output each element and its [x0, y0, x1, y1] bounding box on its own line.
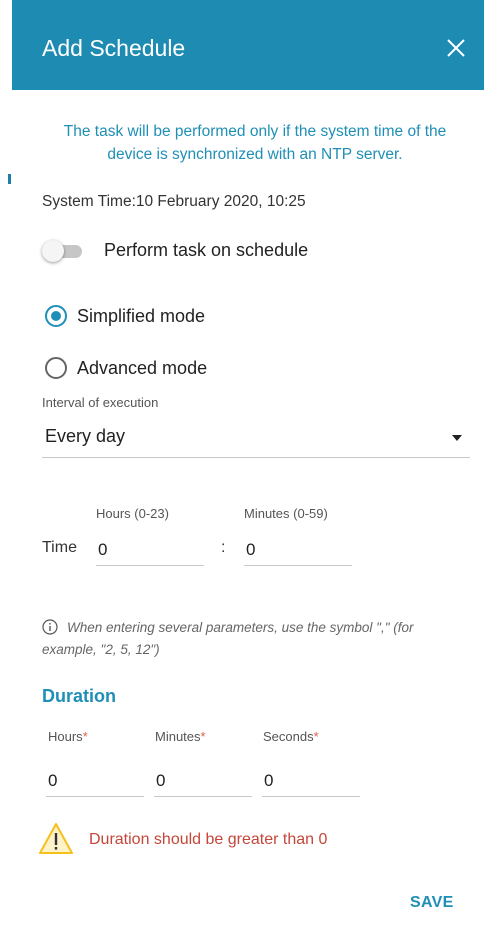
duration-minutes-input[interactable]: 0: [154, 766, 252, 797]
duration-hours-value: 0: [48, 771, 58, 790]
ntp-notice: The task will be performed only if the s…: [63, 123, 447, 163]
system-time: System Time:10 February 2020, 10:25: [42, 193, 306, 210]
duration-warning: Duration should be greater than 0: [89, 831, 328, 848]
duration-hours-caption-text: Hours: [48, 729, 83, 744]
duration-seconds-value: 0: [264, 771, 274, 790]
duration-minutes-value: 0: [156, 771, 166, 790]
duration-seconds-input[interactable]: 0: [262, 766, 360, 797]
background-page-marker: [8, 174, 11, 184]
duration-title: Duration: [42, 686, 116, 706]
time-label: Time: [42, 539, 77, 556]
required-mark: *: [200, 729, 206, 744]
hint-text: When entering several parameters, use th…: [42, 620, 414, 657]
interval-caption: Interval of execution: [42, 395, 159, 410]
radio-selected-dot: [51, 311, 61, 321]
simplified-mode-radio[interactable]: [45, 305, 67, 327]
simplified-mode-label[interactable]: Simplified mode: [77, 306, 205, 327]
add-schedule-dialog: Add Schedule The task will be performed …: [12, 0, 484, 931]
dialog-title: Add Schedule: [42, 35, 186, 61]
duration-hours-input[interactable]: 0: [46, 766, 144, 797]
duration-seconds-caption: Seconds*: [263, 729, 319, 744]
time-hours-caption: Hours (0-23): [96, 506, 169, 521]
advanced-mode-label[interactable]: Advanced mode: [77, 358, 207, 379]
toggle-knob: [42, 240, 64, 262]
time-minutes-input[interactable]: 0: [244, 535, 352, 566]
caret-down-icon: [452, 435, 462, 441]
duration-hours-caption: Hours*: [48, 729, 88, 744]
close-icon[interactable]: [444, 36, 468, 60]
schedule-toggle-label[interactable]: Perform task on schedule: [104, 240, 308, 261]
required-mark: *: [313, 729, 319, 744]
duration-seconds-caption-text: Seconds: [263, 729, 314, 744]
interval-select[interactable]: Every day: [42, 420, 470, 458]
time-minutes-value: 0: [246, 540, 256, 559]
warning-icon: [39, 823, 73, 854]
duration-minutes-caption-text: Minutes: [155, 729, 201, 744]
advanced-mode-radio[interactable]: [45, 357, 67, 379]
time-separator: :: [221, 539, 226, 556]
required-mark: *: [82, 729, 88, 744]
schedule-toggle[interactable]: [42, 240, 84, 262]
scrollbar-track[interactable]: [483, 0, 490, 931]
save-button[interactable]: SAVE: [410, 894, 454, 912]
duration-minutes-caption: Minutes*: [155, 729, 206, 744]
time-hours-value: 0: [98, 540, 108, 559]
time-minutes-caption: Minutes (0-59): [244, 506, 328, 521]
dialog-header: Add Schedule: [12, 0, 484, 90]
interval-value: Every day: [45, 426, 126, 446]
time-hours-input[interactable]: 0: [96, 535, 204, 566]
